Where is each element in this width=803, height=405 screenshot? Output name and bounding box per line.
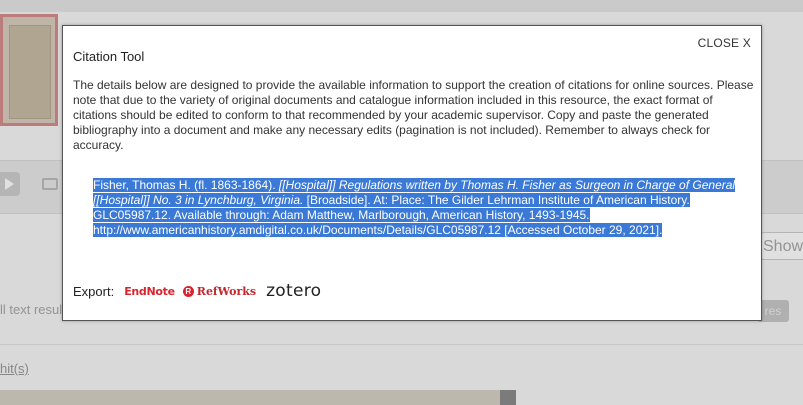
refworks-export-button[interactable]: R RefWorks (182, 284, 257, 298)
citation-text[interactable]: Fisher, Thomas H. (fl. 1863-1864). [[Hos… (93, 178, 741, 238)
citation-author: Fisher, Thomas H. (fl. 1863-1864). (93, 178, 279, 192)
zotero-export-button[interactable]: zotero (266, 281, 321, 301)
citation-tool-dialog: CLOSE X Citation Tool The details below … (62, 25, 762, 321)
dialog-title: Citation Tool (73, 49, 145, 64)
endnote-export-button[interactable]: EndNote (124, 285, 175, 298)
dialog-description: The details below are designed to provid… (73, 78, 754, 152)
refworks-icon: R (182, 285, 194, 297)
close-button[interactable]: CLOSE X (698, 36, 751, 50)
export-row: Export: EndNote R RefWorks zotero (73, 281, 321, 301)
export-label: Export: (73, 283, 115, 299)
refworks-label: RefWorks (196, 284, 257, 298)
